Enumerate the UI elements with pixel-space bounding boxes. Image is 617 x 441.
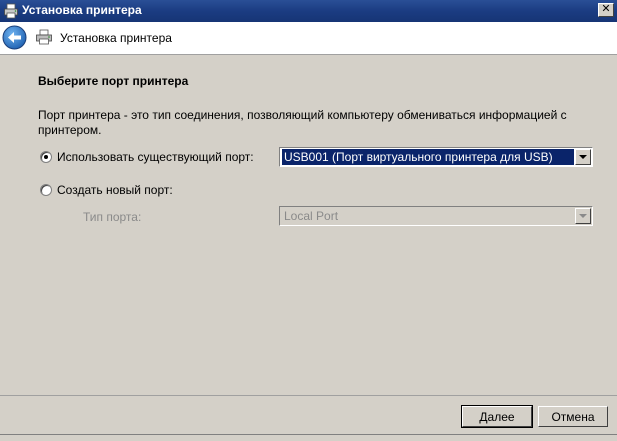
printer-icon bbox=[4, 3, 18, 19]
wizard-title: Установка принтера bbox=[60, 31, 172, 45]
printer-icon bbox=[36, 29, 52, 45]
cancel-button[interactable]: Отмена bbox=[538, 406, 608, 427]
chevron-down-icon[interactable] bbox=[575, 149, 591, 165]
title-bar[interactable]: Установка принтера ✕ bbox=[0, 0, 617, 22]
back-arrow-icon[interactable] bbox=[2, 25, 27, 50]
wizard-header: Установка принтера bbox=[0, 22, 617, 55]
port-type-label: Тип порта: bbox=[83, 210, 142, 224]
printer-setup-window: Установка принтера ✕ Установка принтера … bbox=[0, 0, 617, 441]
description-text: Порт принтера - это тип соединения, позв… bbox=[38, 108, 567, 137]
use-existing-port-label: Использовать существующий порт: bbox=[57, 150, 254, 164]
create-new-port-label: Создать новый порт: bbox=[57, 183, 173, 197]
port-type-select: Local Port bbox=[279, 206, 593, 226]
use-existing-port-radio[interactable] bbox=[40, 151, 52, 163]
existing-port-value: USB001 (Порт виртуального принтера для U… bbox=[282, 149, 574, 165]
chevron-down-icon bbox=[575, 208, 591, 224]
close-icon: ✕ bbox=[601, 3, 611, 15]
wizard-content: Выберите порт принтера Порт принтера - э… bbox=[0, 55, 617, 395]
existing-port-select[interactable]: USB001 (Порт виртуального принтера для U… bbox=[279, 147, 593, 167]
window-title: Установка принтера bbox=[22, 3, 142, 17]
port-type-value: Local Port bbox=[284, 209, 339, 223]
create-new-port-radio[interactable] bbox=[40, 184, 52, 196]
wizard-footer: Далее Отмена bbox=[0, 395, 617, 435]
section-title: Выберите порт принтера bbox=[38, 74, 189, 88]
close-button[interactable]: ✕ bbox=[598, 3, 614, 17]
next-button[interactable]: Далее bbox=[461, 405, 533, 428]
